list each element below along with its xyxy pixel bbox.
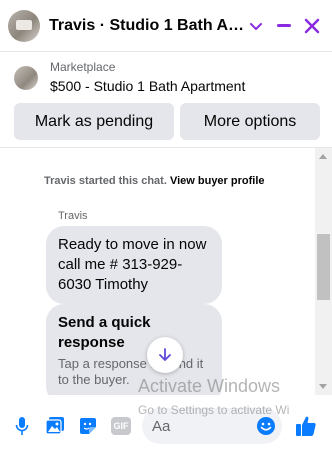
- minimize-icon[interactable]: [277, 24, 291, 27]
- chevron-down-icon[interactable]: [249, 19, 263, 33]
- listing-source: Marketplace: [50, 60, 116, 74]
- message-input-wrapper[interactable]: [142, 408, 282, 444]
- message-composer: GIF: [0, 395, 332, 457]
- emoji-icon[interactable]: [256, 416, 276, 436]
- gif-icon[interactable]: GIF: [111, 417, 131, 435]
- scroll-up-arrow-icon[interactable]: [319, 154, 327, 159]
- close-icon[interactable]: [303, 17, 321, 35]
- message-line: call me # 313-929-: [58, 256, 183, 273]
- listing-summary[interactable]: Marketplace $500 - Studio 1 Bath Apartme…: [0, 52, 332, 94]
- message-bubble[interactable]: Ready to move in now call me # 313-929- …: [46, 226, 222, 304]
- more-options-button[interactable]: More options: [180, 103, 320, 140]
- chat-started-notice: Travis started this chat. View buyer pro…: [44, 175, 265, 187]
- listing-thumbnail: [14, 66, 38, 90]
- chat-scrollbar[interactable]: [315, 148, 332, 395]
- message-input[interactable]: [152, 417, 252, 435]
- message-line: 6030 Timothy: [58, 276, 149, 293]
- photo-icon[interactable]: [45, 416, 65, 436]
- sticker-icon[interactable]: [78, 416, 98, 436]
- sender-name: Travis: [58, 210, 88, 222]
- marketplace-listing-panel: Marketplace $500 - Studio 1 Bath Apartme…: [0, 52, 332, 148]
- quick-response-subtitle: Tap a response to send it to the buyer.: [58, 356, 204, 387]
- microphone-icon[interactable]: [12, 416, 32, 436]
- listing-avatar[interactable]: [8, 9, 40, 42]
- conversation-title[interactable]: Travis · Studio 1 Bath Apart...: [49, 17, 245, 35]
- quick-response-card[interactable]: Send a quick response Tap a response to …: [46, 304, 222, 395]
- listing-title: $500 - Studio 1 Bath Apartment: [50, 78, 246, 94]
- mark-as-pending-button[interactable]: Mark as pending: [14, 103, 174, 140]
- message-thread[interactable]: Travis started this chat. View buyer pro…: [0, 148, 332, 395]
- chat-started-text: Travis started this chat.: [44, 175, 167, 187]
- scroll-to-bottom-button[interactable]: [147, 337, 183, 373]
- scroll-down-arrow-icon[interactable]: [319, 384, 327, 389]
- scrollbar-thumb[interactable]: [317, 234, 330, 300]
- message-line: Ready to move in now: [58, 236, 207, 253]
- arrow-down-icon: [159, 348, 171, 361]
- chat-header: Travis · Studio 1 Bath Apart...: [0, 0, 332, 52]
- thumbs-up-icon[interactable]: [294, 414, 318, 438]
- view-buyer-profile-link[interactable]: View buyer profile: [170, 175, 265, 187]
